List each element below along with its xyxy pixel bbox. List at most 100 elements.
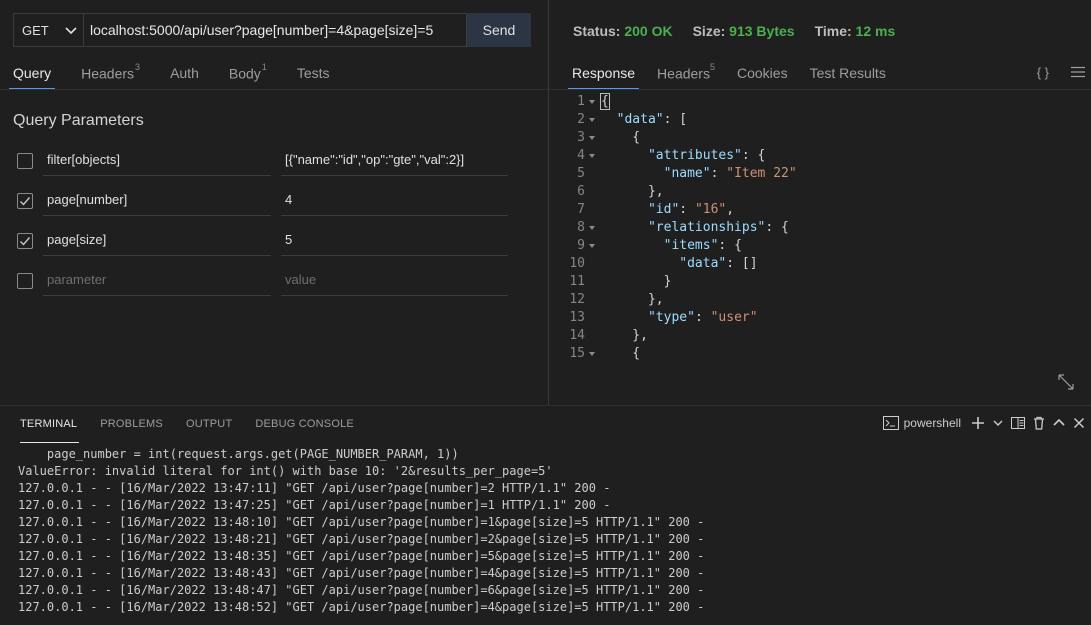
line-number: 5 (577, 166, 585, 181)
tab-query[interactable]: Query (8, 60, 56, 90)
fold-chevron-icon[interactable] (589, 136, 595, 140)
close-icon[interactable] (1073, 417, 1085, 429)
tab-count-badge: 3 (135, 62, 141, 72)
fold-chevron-icon[interactable] (589, 118, 595, 122)
time-value: 12 ms (855, 23, 896, 39)
code-line: 2 "data": [ (549, 111, 1091, 129)
param-row: page[number] 4 (17, 186, 517, 216)
size-value: 913 Bytes (729, 23, 795, 39)
code-line: 12 }, (549, 291, 1091, 309)
format-json-button[interactable]: { } (1037, 65, 1049, 80)
line-number: 3 (577, 130, 585, 145)
tab-label: Headers (657, 65, 710, 82)
line-number: 8 (577, 220, 585, 235)
code-text: "type": "user" (647, 310, 758, 325)
tab-terminal[interactable]: TERMINAL (20, 418, 80, 443)
method-select[interactable]: GET (13, 13, 84, 47)
code-text: { (600, 93, 610, 110)
url-input[interactable]: localhost:5000/api/user?page[number]=4&p… (84, 13, 467, 47)
split-terminal-icon[interactable] (1011, 417, 1025, 429)
param-checkbox[interactable] (17, 153, 33, 169)
code-line: 15 { (549, 345, 1091, 363)
new-param-key-input[interactable]: parameter (43, 266, 271, 296)
code-line: 11 } (549, 273, 1091, 291)
tab-debug-console[interactable]: DEBUG CONSOLE (255, 418, 354, 438)
new-param-value-input[interactable]: value (281, 266, 508, 296)
add-terminal-icon[interactable] (971, 416, 985, 430)
tab-tests[interactable]: Tests (297, 60, 330, 90)
tab-headers[interactable]: Headers3 (81, 60, 140, 90)
param-value-input[interactable]: [{"name":"id","op":"gte","val":2}] (281, 146, 508, 176)
code-line: 5 "name": "Item 22" (549, 165, 1091, 183)
size-label: Size: (692, 23, 726, 39)
param-key-input[interactable]: page[size] (43, 226, 271, 256)
code-line: 4 "attributes": { (549, 147, 1091, 165)
code-line: 8 "relationships": { (549, 219, 1091, 237)
expand-resize-icon[interactable] (1057, 373, 1075, 391)
terminal-panel: TERMINAL PROBLEMS OUTPUT DEBUG CONSOLE p… (0, 405, 1091, 625)
method-label: GET (22, 22, 49, 38)
line-number: 1 (577, 94, 585, 109)
code-line: 6 }, (549, 183, 1091, 201)
chevron-down-icon (65, 27, 77, 35)
terminal-line: page_number = int(request.args.get(PAGE_… (18, 447, 459, 461)
code-line: 13 "type": "user" (549, 309, 1091, 327)
tab-response-headers[interactable]: Headers5 (657, 60, 715, 90)
tab-label: Test Results (809, 65, 886, 81)
param-row-new: parameter value (17, 266, 517, 296)
terminal-line: 127.0.0.1 - - [16/Mar/2022 13:48:10] "GE… (18, 515, 705, 529)
tab-output[interactable]: OUTPUT (186, 418, 232, 438)
code-text: "data": [] (679, 256, 758, 271)
tab-label: Headers (81, 65, 135, 82)
code-text: "data": [ (616, 112, 688, 127)
tab-cookies[interactable]: Cookies (737, 60, 788, 90)
param-value-input[interactable]: 4 (281, 186, 508, 216)
response-tabs: Response Headers5 Cookies Test Results (567, 60, 908, 90)
terminal-output[interactable]: page_number = int(request.args.get(PAGE_… (18, 446, 704, 616)
response-body-editor[interactable]: 1{2 "data": [3 {4 "attributes": {5 "name… (549, 93, 1091, 370)
param-key-input[interactable]: filter[objects] (43, 146, 271, 176)
fold-chevron-icon[interactable] (589, 226, 595, 230)
code-line: 1{ (549, 93, 1091, 111)
param-checkbox[interactable] (17, 193, 33, 209)
divider (549, 89, 1091, 90)
terminal-shell-selector[interactable]: powershell (882, 416, 961, 430)
tab-label: Cookies (736, 65, 788, 81)
status-label: Status: (573, 23, 621, 39)
code-line: 3 { (549, 129, 1091, 147)
chevron-up-icon[interactable] (1053, 418, 1065, 428)
line-number: 14 (569, 328, 585, 343)
param-checkbox[interactable] (17, 273, 33, 289)
trash-icon[interactable] (1033, 416, 1045, 430)
param-value-input[interactable]: 5 (281, 226, 508, 256)
fold-chevron-icon[interactable] (589, 154, 595, 158)
terminal-line: 127.0.0.1 - - [16/Mar/2022 13:48:47] "GE… (18, 583, 705, 597)
line-number: 6 (577, 184, 585, 199)
tab-problems[interactable]: PROBLEMS (100, 418, 163, 438)
chevron-down-icon[interactable] (993, 418, 1003, 428)
terminal-toolbar: powershell (882, 416, 1085, 430)
time-label: Time: (814, 23, 852, 39)
fold-chevron-icon[interactable] (589, 100, 595, 104)
checkmark-icon (20, 197, 31, 206)
divider (0, 89, 548, 90)
tab-count-badge: 5 (709, 62, 715, 72)
code-line: 7 "id": "16", (549, 201, 1091, 219)
terminal-icon (882, 416, 899, 430)
line-number: 13 (569, 310, 585, 325)
line-number: 2 (577, 112, 585, 127)
fold-chevron-icon[interactable] (589, 352, 595, 356)
tab-response[interactable]: Response (567, 60, 640, 90)
shell-label: powershell (903, 416, 961, 430)
tab-auth[interactable]: Auth (170, 60, 199, 90)
tab-body[interactable]: Body1 (229, 60, 267, 90)
tab-test-results[interactable]: Test Results (810, 60, 886, 90)
param-checkbox[interactable] (17, 233, 33, 249)
fold-chevron-icon[interactable] (589, 244, 595, 248)
param-key-input[interactable]: page[number] (43, 186, 271, 216)
send-button[interactable]: Send (467, 13, 531, 47)
hamburger-menu-icon[interactable] (1071, 66, 1085, 78)
line-number: 12 (569, 292, 585, 307)
tab-label: Tests (296, 65, 330, 81)
tab-label: Query (13, 65, 52, 81)
